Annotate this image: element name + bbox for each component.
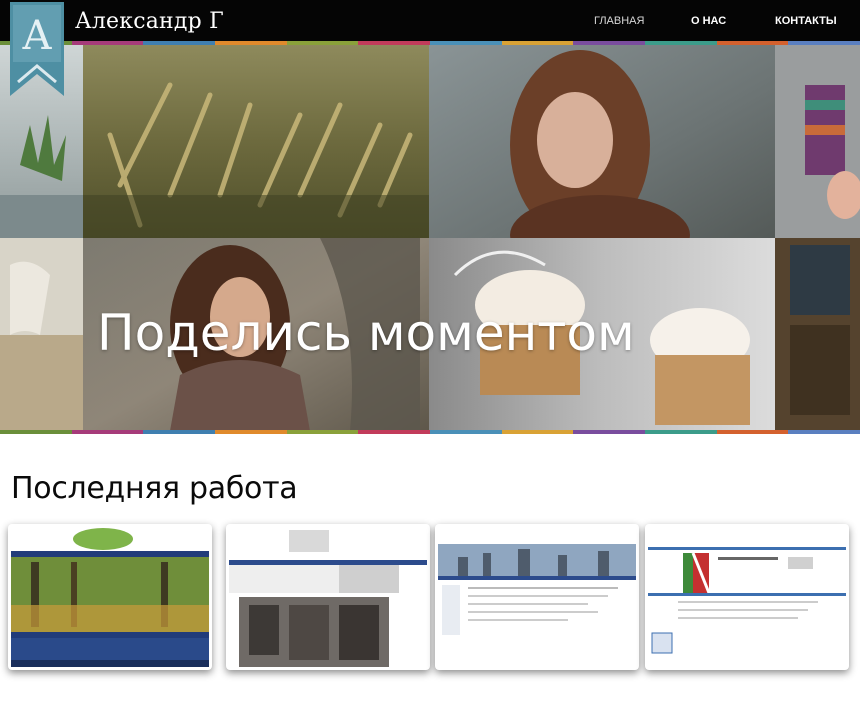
- logo-letter: А: [22, 13, 52, 59]
- color-stripe-bottom: [0, 430, 860, 434]
- stripe-segment: [358, 430, 431, 434]
- work-thumbnail-city-site[interactable]: [435, 524, 639, 670]
- stripe-segment: [645, 430, 717, 434]
- photo-knitted: [775, 45, 860, 238]
- works-gallery: [8, 524, 852, 672]
- nav-contacts-link[interactable]: КОНТАКТЫ: [775, 14, 837, 28]
- work-thumbnail-windows-site[interactable]: [226, 524, 430, 670]
- stripe-segment: [788, 430, 860, 434]
- nav-home-link[interactable]: ГЛАВНАЯ: [594, 14, 644, 28]
- photo-wheat: [83, 45, 429, 238]
- stripe-segment: [430, 430, 502, 434]
- stripe-segment: [501, 430, 574, 434]
- stripe-segment: [286, 430, 359, 434]
- hero-collage: Поделись моментом: [0, 45, 860, 431]
- site-title[interactable]: Александр Г: [75, 9, 224, 35]
- photo-door: [775, 238, 860, 431]
- stripe-segment: [0, 430, 72, 434]
- stripe-segment: [573, 430, 646, 434]
- photo-books: [0, 238, 83, 431]
- logo-ribbon-icon: А: [10, 2, 64, 96]
- stripe-segment: [215, 430, 287, 434]
- hero-headline: Поделись моментом: [97, 304, 635, 362]
- stripe-segment: [143, 430, 216, 434]
- stripe-segment: [716, 430, 789, 434]
- logo-badge[interactable]: А: [10, 2, 64, 96]
- latest-work-title: Последняя работа: [11, 471, 298, 506]
- work-thumbnail-forest-site[interactable]: [8, 524, 212, 670]
- nav-about-link[interactable]: О НАС: [691, 14, 726, 28]
- stripe-segment: [71, 430, 144, 434]
- site-header: Александр Г ГЛАВНАЯ О НАС КОНТАКТЫ: [0, 0, 860, 41]
- page: Александр Г ГЛАВНАЯ О НАС КОНТАКТЫ А Под…: [0, 0, 860, 712]
- work-thumbnail-transport-site[interactable]: [645, 524, 849, 670]
